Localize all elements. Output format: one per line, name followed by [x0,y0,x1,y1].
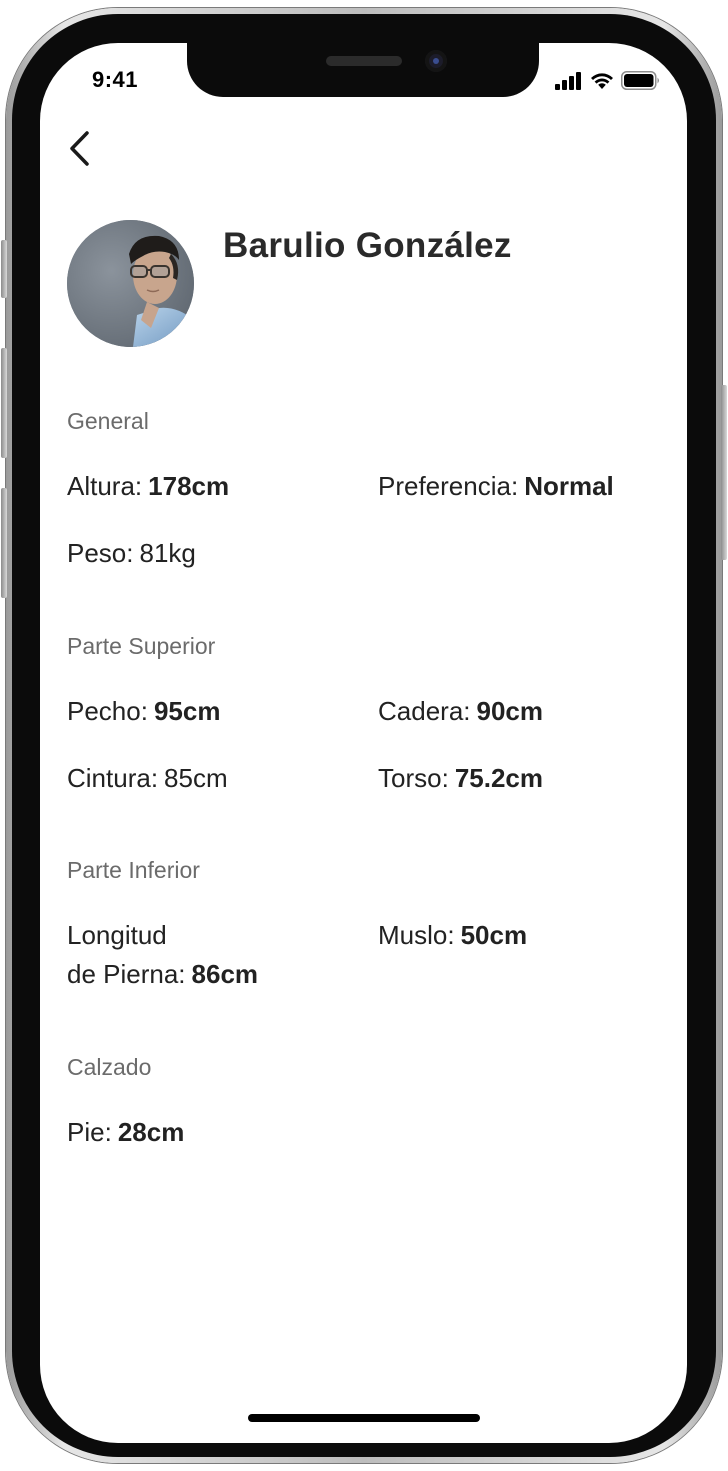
field-altura: Altura: 178cm [67,467,229,506]
notch [187,43,539,97]
cellular-signal-icon [555,71,581,90]
field-label: Cadera: [378,696,471,726]
field-label: Altura: [67,471,143,501]
wifi-icon [591,72,613,89]
power-button [721,385,727,560]
avatar [67,220,194,347]
volume-down-button [1,488,7,598]
field-label: Muslo: [378,920,455,950]
field-muslo: Muslo: 50cm [378,916,527,955]
mockup-stage: 9:41 Barulio González General Altura: 17… [0,0,728,1471]
field-pecho: Pecho: 95cm [67,692,220,731]
field-value: 85cm [164,763,228,793]
field-label: Cintura: [67,763,159,793]
field-value: 28cm [117,1117,185,1147]
speaker-grille [326,56,402,66]
field-peso: Peso: 81kg [67,534,196,573]
section-title-general: General [67,408,149,434]
field-value: 90cm [476,696,544,726]
field-pie: Pie: 28cm [67,1113,184,1152]
field-label: Peso: [67,538,134,568]
field-value: 50cm [460,920,528,950]
field-cintura: Cintura: 85cm [67,759,228,798]
field-label: Pie: [67,1117,112,1147]
mute-switch [1,240,7,298]
section-title-calzado: Calzado [67,1054,152,1080]
battery-icon [621,71,659,90]
field-cadera: Cadera: 90cm [378,692,543,731]
volume-up-button [1,348,7,458]
field-value: 95cm [153,696,221,726]
profile-name: Barulio González [223,226,512,265]
field-value: 86cm [191,959,259,989]
field-value: 81kg [139,538,196,568]
section-title-inferior: Parte Inferior [67,857,200,883]
status-icons [555,71,661,90]
field-label-line2: de Pierna: [67,959,186,989]
home-indicator[interactable] [248,1414,480,1422]
field-preferencia: Preferencia: Normal [378,467,614,506]
front-camera [425,50,447,72]
chevron-left-icon [70,131,89,166]
field-value: 178cm [148,471,230,501]
field-torso: Torso: 75.2cm [378,759,543,798]
field-value: Normal [524,471,614,501]
field-longitud-pierna: Longitud de Pierna: 86cm [67,916,258,994]
field-label: Torso: [378,763,449,793]
status-time: 9:41 [92,67,139,92]
field-label: Preferencia: [378,471,519,501]
section-title-superior: Parte Superior [67,633,216,659]
user-photo-avatar [67,220,194,347]
field-value: 75.2cm [454,763,543,793]
field-label: Pecho: [67,696,148,726]
field-label-line1: Longitud [67,920,167,950]
phone-screen: 9:41 Barulio González General Altura: 17… [40,43,687,1443]
back-button[interactable] [62,127,102,171]
